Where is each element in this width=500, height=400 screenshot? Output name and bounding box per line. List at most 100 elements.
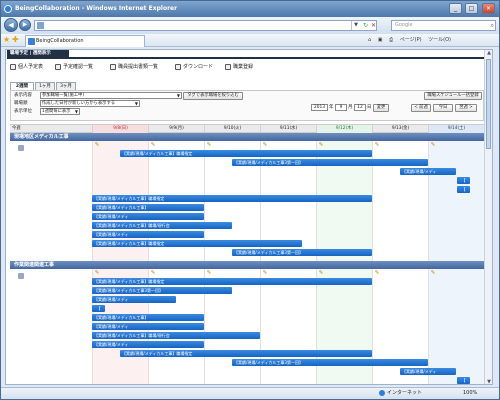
browser-tab[interactable]: BeingCollaboration (25, 35, 145, 47)
vertical-scrollbar[interactable]: ▲ ▼ (484, 50, 492, 384)
tab-2weeks[interactable]: 2週間 (10, 82, 34, 90)
edit-pencil-icon[interactable]: ✎ (318, 142, 324, 148)
chevron-down-icon: ▼ (134, 101, 138, 106)
edit-pencil-icon[interactable]: ✎ (94, 142, 100, 148)
unit-select[interactable]: 1週間毎に表示 ▼ (40, 108, 80, 115)
schedule-bar[interactable]: 【実績/現場/メディ (400, 368, 456, 375)
scroll-up-icon[interactable]: ▲ (485, 50, 492, 57)
schedule-bar[interactable]: 【実績/現場/メディカル工事】職場指定 (92, 278, 372, 285)
change-button[interactable]: 変更 (373, 104, 389, 112)
schedule-bar[interactable]: 【実績/現場/メディカル工事3第一回】 (232, 359, 428, 366)
day-header[interactable]: 9/13(金) (372, 125, 428, 133)
schedule-bar[interactable]: 【実績/現場/メディカル工事】職場指定 (92, 240, 302, 247)
today-button[interactable]: 今日 (433, 104, 453, 112)
forward-button[interactable]: ▶ (19, 19, 31, 31)
filter-unit-row: 表示単位 1週間毎に表示 ▼ (14, 108, 224, 115)
home-icon[interactable]: ⌂ (368, 37, 371, 43)
day-header[interactable]: 9/11(水) (260, 125, 316, 133)
content-select[interactable]: 参加職場一覧(施工中) ▼ (40, 92, 182, 99)
edit-pencil-icon[interactable]: ✎ (374, 142, 380, 148)
menu-item-personal-schedule[interactable]: 個人予定表 (10, 63, 43, 71)
tools-menu[interactable]: ツール(O) (428, 37, 451, 43)
maximize-button[interactable]: □ (465, 3, 478, 14)
schedule-bar[interactable]: 【実績/現場/メディ (92, 341, 204, 348)
search-icon[interactable]: ⌕ (491, 21, 494, 30)
zoom-level[interactable]: 100% (463, 388, 477, 399)
schedule-bar[interactable]: 【実績/現場/メディ (400, 168, 456, 175)
schedule-bar[interactable]: 【実績/現場/メディ (92, 213, 204, 220)
edit-pencil-icon[interactable]: ✎ (318, 270, 324, 276)
schedule-bar[interactable]: 【実績/現場/メディ (92, 231, 204, 238)
back-button[interactable]: ◀ (4, 18, 18, 32)
schedule-bar[interactable]: 【実績/現場/メディ (92, 323, 204, 330)
prev-week-button[interactable]: < 前週 (411, 104, 431, 112)
close-button[interactable]: × (482, 3, 495, 14)
schedule-bar[interactable]: 【実績/現場/メディ (92, 296, 176, 303)
tag-filter-button[interactable]: タグで表示職場を絞り込む (183, 92, 243, 100)
schedule-bar[interactable]: 【実績/現場/メディカル工事】職場指定 (92, 195, 372, 202)
chevron-down-icon[interactable]: ▼ (351, 21, 360, 30)
edit-pencil-icon[interactable]: ✎ (430, 270, 436, 276)
edit-pencil-icon[interactable]: ✎ (430, 142, 436, 148)
day-header[interactable]: 9/10(火) (204, 125, 260, 133)
day-header[interactable]: 9/12(木) (316, 125, 372, 133)
order-select[interactable]: 作成した日付が新しい方から表示する ▼ (40, 100, 140, 107)
favorites-star-icon[interactable]: ★ (3, 35, 10, 44)
add-favorites-icon[interactable]: ✚ (12, 35, 19, 44)
site-icon (18, 273, 24, 279)
day-header[interactable]: 9/8(日) (92, 125, 148, 133)
year-select[interactable]: 2013 (311, 104, 328, 111)
next-week-button[interactable]: 翌週 > (455, 104, 477, 112)
edit-pencil-icon[interactable]: ✎ (374, 270, 380, 276)
schedule-bar[interactable]: 【 (457, 177, 470, 184)
tab-3months[interactable]: 3ヶ月 (56, 82, 76, 90)
menu-item-register[interactable]: 職業登録 (225, 63, 253, 71)
schedule-bar[interactable]: 【実績/現場/メディカル工事3第一回】 (232, 249, 372, 256)
schedule-bar[interactable]: 【実績/現場/メディカル工事】 (92, 204, 204, 211)
filter-panel: 表示内容 参加職場一覧(施工中) ▼ タグで表示職場を絞り込む 職場順 作成した日… (10, 90, 484, 121)
edit-pencil-icon[interactable]: ✎ (150, 142, 156, 148)
day-select[interactable]: 12 (354, 104, 366, 111)
month-unit: 月 (348, 105, 353, 110)
schedule-bar[interactable]: 【実績/現場/メディカル工事】 (92, 314, 204, 321)
feeds-icon[interactable]: ▣ (378, 37, 383, 43)
schedule-bar[interactable]: 【実績/現場/メディカル工事3第一回】 (232, 159, 428, 166)
schedule-bar[interactable]: 【実績/現場/メディカル工事】職場/現行会 (92, 222, 232, 229)
search-input[interactable]: Google ⌕ (391, 20, 496, 31)
menu-item-documents[interactable]: 職員提出書類一覧 (110, 63, 158, 71)
edit-pencil-icon[interactable]: ✎ (94, 270, 100, 276)
scroll-down-icon[interactable]: ▼ (485, 379, 492, 384)
scroll-thumb[interactable] (486, 59, 491, 149)
schedule-bar[interactable]: 【実績/現場/メディカル工事3第一回】 (92, 287, 232, 294)
address-field[interactable]: ▼ ↻ ✕ (34, 20, 377, 31)
section-header[interactable]: 作業関連関連工事 (10, 261, 484, 269)
stop-icon[interactable]: ✕ (369, 21, 378, 30)
schedule-bar[interactable]: 【 (457, 377, 470, 384)
minimize-button[interactable]: _ (449, 3, 462, 14)
title-bar: BeingCollaboration - Windows Internet Ex… (1, 1, 499, 17)
schedule-bar[interactable]: 【実績/現場/メディカル工事】職場指定 (120, 150, 372, 157)
section-header[interactable]: 現場地区メディカル工事 (10, 133, 484, 141)
edit-pencil-icon[interactable]: ✎ (262, 270, 268, 276)
edit-pencil-icon[interactable]: ✎ (150, 270, 156, 276)
search-placeholder: Google (395, 22, 413, 28)
menu-item-download[interactable]: ダウンロード (175, 63, 213, 71)
bulk-register-button[interactable]: 職場スケジュール一括登録 (424, 92, 482, 100)
day-header[interactable]: 9/9(月) (148, 125, 204, 133)
day-column (316, 133, 372, 384)
tab-label: BeingCollaboration (36, 38, 84, 44)
edit-pencil-icon[interactable]: ✎ (206, 270, 212, 276)
page-menu[interactable]: ページ(P) (400, 37, 422, 43)
schedule-bar[interactable]: 【 (457, 186, 470, 193)
schedule-bar[interactable]: 【実績/現場/メディカル工事】職場/現行会 (92, 332, 260, 339)
edit-pencil-icon[interactable]: ✎ (262, 142, 268, 148)
schedule-bar[interactable]: 【実績/現場/メディカル工事】職場指定 (120, 350, 372, 357)
tab-1month[interactable]: 1ヶ月 (35, 82, 55, 90)
menu-item-schedule-list[interactable]: 予定確認一覧 (55, 63, 93, 71)
print-icon[interactable]: ⎙ (389, 37, 393, 43)
edit-pencil-icon[interactable]: ✎ (206, 142, 212, 148)
day-header[interactable]: 9/14(土) (428, 125, 484, 133)
schedule-bar[interactable]: 【 (92, 305, 105, 312)
month-select[interactable]: 9 (335, 104, 347, 111)
content-select-value: 参加職場一覧(施工中) (42, 93, 85, 98)
